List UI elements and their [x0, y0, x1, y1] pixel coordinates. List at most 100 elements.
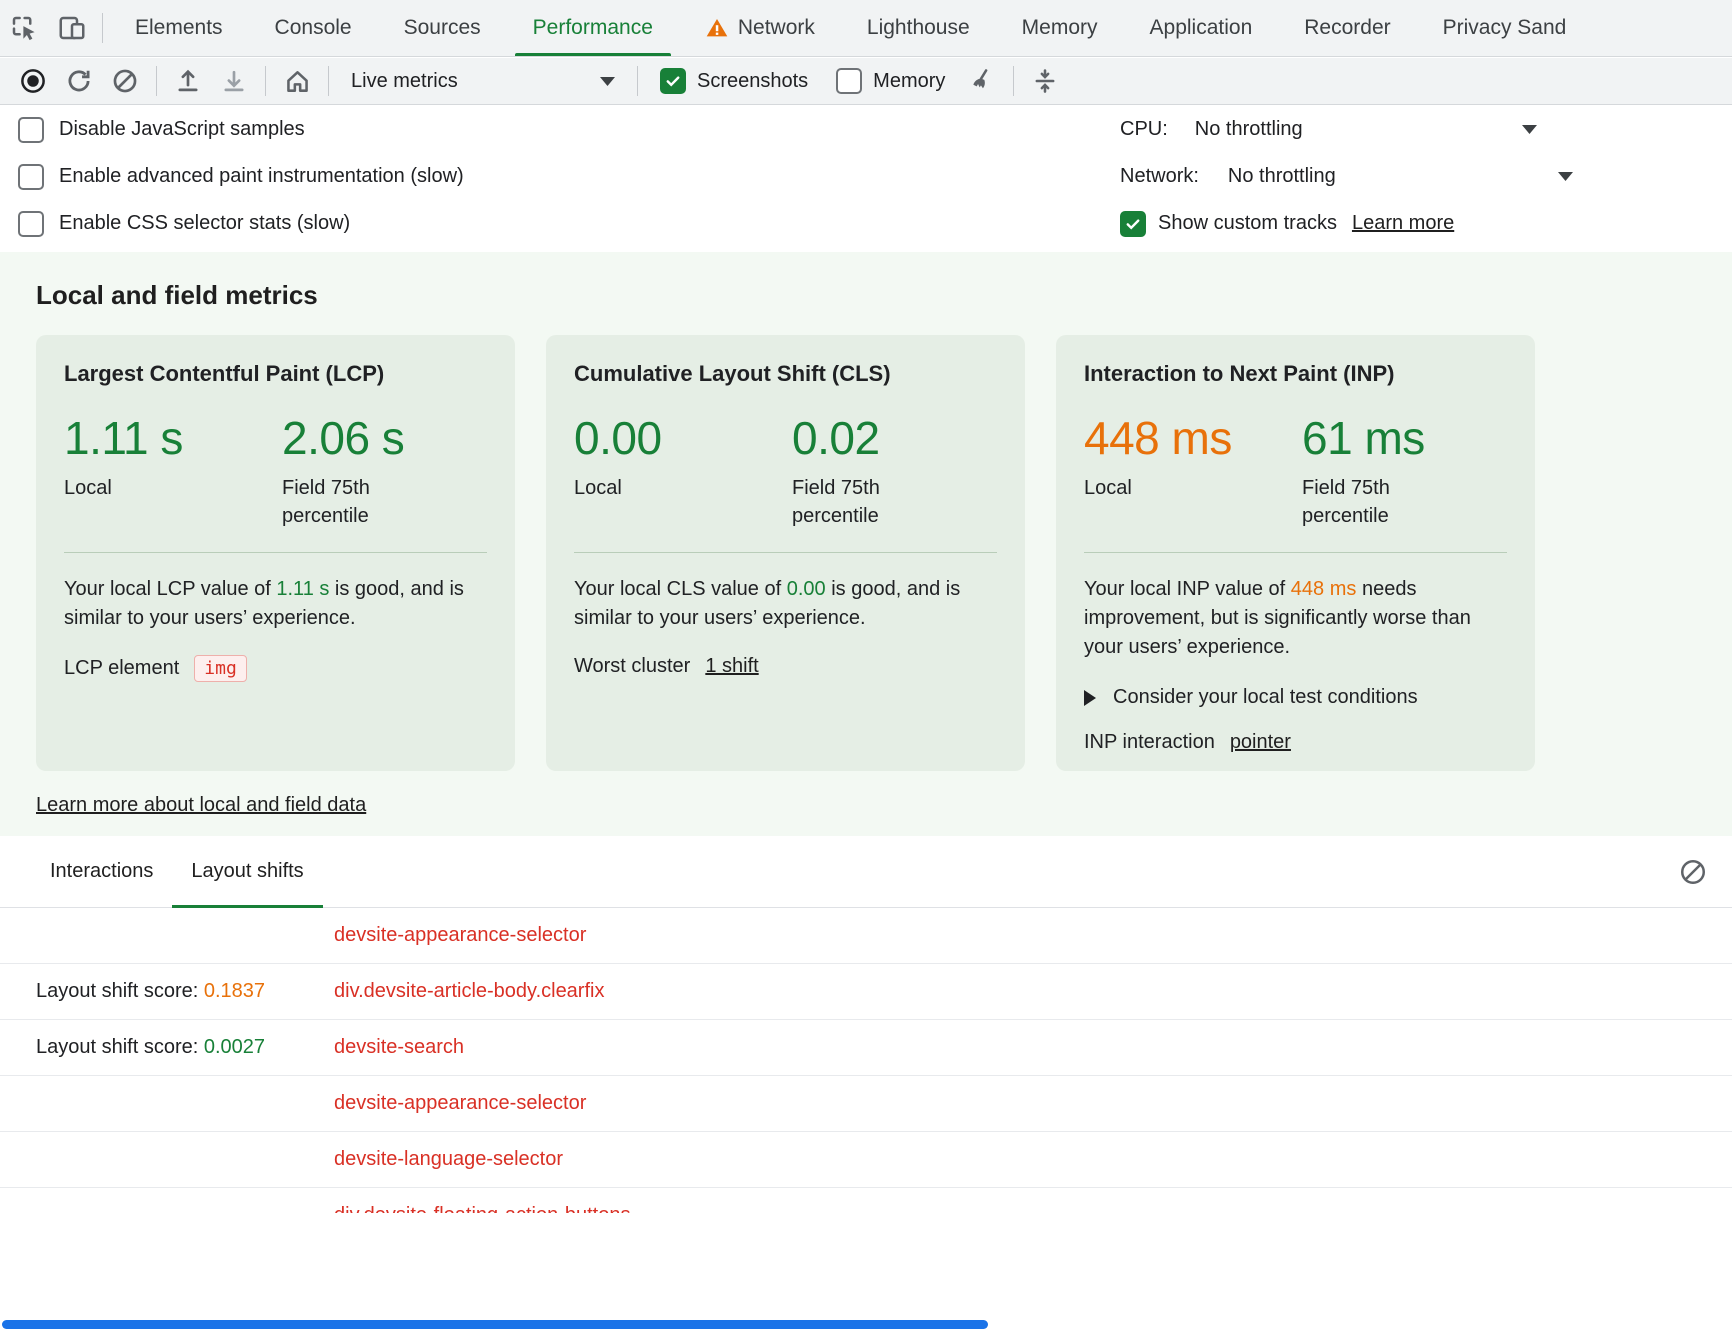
lcp-local-label: Local [64, 474, 282, 502]
tab-performance[interactable]: Performance [507, 0, 679, 56]
node-link[interactable]: div.devsite-floating-action-buttons [334, 1204, 630, 1213]
node-link[interactable]: devsite-appearance-selector [334, 1092, 586, 1115]
card-divider [64, 552, 487, 553]
tab-elements[interactable]: Elements [109, 0, 249, 56]
screenshots-checkbox[interactable] [660, 68, 686, 94]
tab-label: Lighthouse [867, 16, 970, 40]
tab-label: Network [738, 16, 815, 40]
metric-cards: Largest Contentful Paint (LCP) 1.11 s Lo… [36, 335, 1535, 771]
reload-icon [65, 67, 93, 95]
tab-application[interactable]: Application [1124, 0, 1279, 56]
layout-shift-row[interactable]: devsite-appearance-selector [0, 908, 1732, 964]
cls-card: Cumulative Layout Shift (CLS) 0.00 Local… [546, 335, 1025, 771]
disable-js-samples-checkbox[interactable] [18, 117, 44, 143]
card-divider [1084, 552, 1507, 553]
worst-cluster-label: Worst cluster [574, 655, 690, 678]
layout-shift-row[interactable]: Layout shift score: 0.0027 devsite-searc… [0, 1020, 1732, 1076]
network-throttling-select[interactable]: No throttling [1228, 165, 1336, 188]
cpu-label: CPU: [1120, 118, 1168, 141]
local-test-conditions-expander[interactable]: Consider your local test conditions [1084, 686, 1507, 709]
home-button[interactable] [276, 61, 318, 101]
cpu-throttling-select[interactable]: No throttling [1195, 118, 1303, 141]
separator [637, 66, 638, 96]
block-icon [1678, 857, 1708, 887]
tab-memory[interactable]: Memory [996, 0, 1124, 56]
tab-label: Recorder [1304, 16, 1390, 40]
worst-cluster-link[interactable]: 1 shift [705, 655, 758, 678]
desc-value: 0.00 [787, 578, 826, 600]
cls-local-label: Local [574, 474, 792, 502]
tab-layout-shifts[interactable]: Layout shifts [172, 836, 322, 907]
layout-shift-row[interactable]: div.devsite-floating-action-buttons [0, 1188, 1732, 1213]
separator [156, 66, 157, 96]
memory-checkbox[interactable] [836, 68, 862, 94]
advanced-paint-label: Enable advanced paint instrumentation (s… [59, 165, 464, 188]
inp-footer: INP interaction pointer [1084, 731, 1507, 754]
load-profile-button[interactable] [167, 61, 209, 101]
advanced-paint-checkbox[interactable] [18, 164, 44, 190]
inspect-element-button[interactable] [0, 7, 48, 49]
clear-button[interactable] [104, 61, 146, 101]
cls-card-title: Cumulative Layout Shift (CLS) [574, 361, 997, 387]
live-metrics-dropdown[interactable]: Live metrics [339, 62, 627, 100]
chevron-down-icon [1522, 125, 1537, 134]
score-value: 0.0027 [204, 1036, 265, 1058]
node-link[interactable]: devsite-search [334, 1036, 464, 1059]
cls-field-value: 0.02 [792, 411, 914, 465]
local-field-metrics-section: Local and field metrics Largest Contentf… [0, 252, 1732, 836]
tab-label: Memory [1022, 16, 1098, 40]
live-metrics-dropdown-value: Live metrics [351, 70, 458, 93]
cls-description: Your local CLS value of 0.00 is good, an… [574, 575, 997, 633]
tab-network[interactable]: Network [679, 0, 841, 56]
cls-values: 0.00 Local 0.02 Field 75th percentile [574, 411, 997, 530]
lcp-local-value: 1.11 s [64, 411, 282, 465]
separator [102, 13, 103, 43]
tab-lighthouse[interactable]: Lighthouse [841, 0, 996, 56]
horizontal-scrollbar-thumb[interactable] [2, 1320, 988, 1329]
inp-description: Your local INP value of 448 ms needs imp… [1084, 575, 1507, 662]
disable-js-samples-label: Disable JavaScript samples [59, 118, 305, 141]
layout-shift-rows: devsite-appearance-selector Layout shift… [0, 908, 1732, 1213]
lcp-element-label: LCP element [64, 657, 179, 680]
tab-label: Console [275, 16, 352, 40]
lcp-description: Your local LCP value of 1.11 s is good, … [64, 575, 487, 633]
css-selector-stats-checkbox[interactable] [18, 211, 44, 237]
live-metrics-log: Interactions Layout shifts devsite-appea… [0, 836, 1732, 1332]
tab-label: Sources [404, 16, 481, 40]
lcp-card-title: Largest Contentful Paint (LCP) [64, 361, 487, 387]
cpu-throttling-row: CPU: No throttling [1120, 106, 1732, 153]
record-button[interactable] [12, 61, 54, 101]
collapse-panel-button[interactable] [1024, 61, 1066, 101]
tab-recorder[interactable]: Recorder [1278, 0, 1416, 56]
lcp-card: Largest Contentful Paint (LCP) 1.11 s Lo… [36, 335, 515, 771]
layout-shift-row[interactable]: Layout shift score: 0.1837 div.devsite-a… [0, 964, 1732, 1020]
tab-console[interactable]: Console [249, 0, 378, 56]
layout-shift-row[interactable]: devsite-appearance-selector [0, 1076, 1732, 1132]
show-custom-tracks-checkbox[interactable] [1120, 211, 1146, 237]
upload-icon [174, 67, 202, 95]
capture-settings-left: Disable JavaScript samples Enable advanc… [18, 106, 464, 247]
tab-privacy-sandbox[interactable]: Privacy Sand [1417, 0, 1593, 56]
arrows-to-line-icon [1031, 67, 1059, 95]
collect-garbage-button[interactable] [961, 61, 1003, 101]
layout-shift-row[interactable]: devsite-language-selector [0, 1132, 1732, 1188]
node-link[interactable]: div.devsite-article-body.clearfix [334, 980, 604, 1003]
network-throttling-row: Network: No throttling [1120, 153, 1732, 200]
network-label: Network: [1120, 165, 1199, 188]
device-toolbar-button[interactable] [48, 7, 96, 49]
warning-icon [705, 16, 729, 40]
tab-sources[interactable]: Sources [378, 0, 507, 56]
lcp-element-node-link[interactable]: img [194, 655, 247, 682]
tab-interactions[interactable]: Interactions [31, 836, 172, 907]
custom-tracks-learn-more-link[interactable]: Learn more [1352, 212, 1454, 235]
device-toolbar-icon [57, 13, 87, 43]
record-and-reload-button[interactable] [58, 61, 100, 101]
node-link[interactable]: devsite-language-selector [334, 1148, 563, 1171]
clear-log-button[interactable] [1678, 857, 1708, 887]
node-link[interactable]: devsite-appearance-selector [334, 924, 586, 947]
save-profile-button[interactable] [213, 61, 255, 101]
checkmark-icon [664, 72, 682, 90]
screenshots-checkbox-label: Screenshots [697, 70, 808, 93]
inp-interaction-link[interactable]: pointer [1230, 731, 1291, 754]
local-field-learn-more-link[interactable]: Learn more about local and field data [36, 794, 366, 817]
